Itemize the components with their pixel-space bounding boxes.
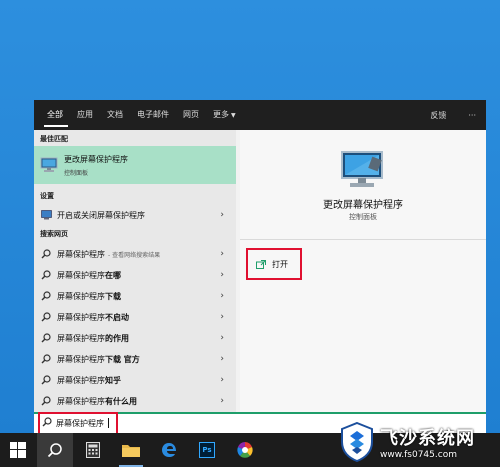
divider	[240, 239, 486, 240]
settings-header: 设置	[40, 192, 54, 200]
tab-documents[interactable]: 文档	[100, 100, 130, 130]
windows-logo-icon	[10, 442, 26, 458]
tab-all[interactable]: 全部	[40, 100, 70, 130]
web-result-label: 屏幕保护程序	[57, 354, 105, 364]
detail-subtitle: 控制面板	[349, 213, 377, 221]
feedback-button[interactable]: 反馈	[430, 110, 446, 121]
photoshop-icon: Ps	[199, 442, 215, 458]
chevron-right-icon: ›	[220, 270, 224, 280]
monitor-icon	[340, 150, 386, 196]
web-result-item[interactable]: 屏幕保护程序 在哪 ›	[34, 265, 236, 285]
watermark-title: 飞沙系统网	[380, 428, 475, 449]
chevron-right-icon: ›	[220, 249, 224, 259]
chevron-right-icon: ›	[220, 291, 224, 301]
search-icon	[40, 270, 52, 280]
web-result-suffix: 下载	[105, 291, 121, 301]
chevron-down-icon: ▼	[231, 112, 236, 119]
web-result-suffix: 的作用	[105, 333, 129, 343]
best-match-item[interactable]: 更改屏幕保护程序 控制面板	[34, 146, 236, 184]
web-result-label: 屏幕保护程序	[57, 249, 105, 259]
search-icon	[40, 291, 52, 301]
results-list: 最佳匹配 更改屏幕保护程序 控制面板 设置 开启或关闭屏幕保护程序 › 搜索网页…	[34, 130, 236, 433]
tab-email[interactable]: 电子邮件	[130, 100, 176, 130]
edge-browser-icon	[162, 443, 176, 457]
search-icon	[40, 249, 52, 259]
calculator-icon	[86, 442, 100, 458]
web-result-label: 屏幕保护程序	[57, 396, 105, 406]
tab-apps[interactable]: 应用	[70, 100, 100, 130]
folder-icon	[122, 445, 140, 457]
search-icon	[40, 354, 52, 364]
detail-title: 更改屏幕保护程序	[323, 200, 403, 211]
web-result-item[interactable]: 屏幕保护程序 - 查看网络搜索结果 ›	[34, 244, 236, 264]
web-result-label: 屏幕保护程序	[57, 375, 105, 385]
web-result-suffix: 不启动	[105, 312, 129, 322]
chevron-right-icon: ›	[220, 354, 224, 364]
web-result-item[interactable]: 屏幕保护程序 的作用 ›	[34, 328, 236, 348]
tab-more[interactable]: 更多 ▼	[206, 100, 243, 130]
detail-pane: 更改屏幕保护程序 控制面板 打开	[240, 130, 486, 433]
web-result-hint: - 查看网络搜索结果	[108, 251, 161, 259]
search-filter-bar: 全部 应用 文档 电子邮件 网页 更多 ▼ 反馈 ···	[34, 100, 486, 130]
web-result-label: 屏幕保护程序	[57, 291, 105, 301]
best-match-header: 最佳匹配	[40, 135, 68, 143]
web-result-label: 屏幕保护程序	[57, 270, 105, 280]
chevron-right-icon: ›	[220, 375, 224, 385]
text-caret	[108, 418, 109, 428]
open-icon	[256, 259, 266, 269]
taskbar-color-app[interactable]	[227, 433, 263, 467]
web-result-suffix: 有什么用	[105, 396, 137, 406]
search-icon	[47, 443, 62, 458]
chevron-right-icon: ›	[220, 210, 224, 220]
web-result-label: 屏幕保护程序	[57, 333, 105, 343]
web-result-item[interactable]: 屏幕保护程序 下载 官方 ›	[34, 349, 236, 369]
tab-web[interactable]: 网页	[176, 100, 206, 130]
search-icon	[40, 396, 52, 406]
settings-item-label: 开启或关闭屏幕保护程序	[57, 210, 145, 220]
web-result-suffix: 知乎	[105, 375, 121, 385]
shield-logo-icon	[341, 422, 373, 462]
chevron-right-icon: ›	[220, 333, 224, 343]
taskbar-search-button[interactable]	[37, 433, 73, 467]
search-input-value: 屏幕保护程序	[56, 418, 104, 428]
web-result-item[interactable]: 屏幕保护程序 下载 ›	[34, 286, 236, 306]
chevron-right-icon: ›	[220, 396, 224, 406]
web-search-header: 搜索网页	[40, 230, 68, 238]
web-result-item[interactable]: 屏幕保护程序 知乎 ›	[34, 370, 236, 390]
web-result-item[interactable]: 屏幕保护程序 不启动 ›	[34, 307, 236, 327]
search-icon	[40, 375, 52, 385]
watermark-url: www.fs0745.com	[380, 450, 457, 460]
open-label: 打开	[272, 259, 288, 269]
chevron-right-icon: ›	[220, 312, 224, 322]
site-watermark: 飞沙系统网 www.fs0745.com	[340, 418, 495, 466]
more-options-button[interactable]: ···	[468, 111, 476, 120]
web-result-suffix: 下载 官方	[105, 354, 140, 364]
search-panel: 全部 应用 文档 电子邮件 网页 更多 ▼ 反馈 ··· 最佳匹配 更改屏幕保护程…	[34, 100, 486, 433]
search-input[interactable]: 屏幕保护程序	[42, 417, 109, 429]
search-icon	[40, 333, 52, 343]
monitor-icon	[40, 157, 58, 173]
settings-item[interactable]: 开启或关闭屏幕保护程序 ›	[34, 205, 236, 225]
open-button[interactable]: 打开	[246, 248, 302, 280]
taskbar-photoshop[interactable]: Ps	[189, 433, 225, 467]
taskbar-edge[interactable]	[151, 433, 187, 467]
best-match-title: 更改屏幕保护程序	[64, 154, 128, 164]
web-result-label: 屏幕保护程序	[57, 312, 105, 322]
color-wheel-icon	[237, 442, 253, 458]
search-icon	[42, 417, 52, 429]
settings-monitor-icon	[40, 210, 52, 220]
best-match-subtitle: 控制面板	[64, 169, 89, 177]
web-result-item[interactable]: 屏幕保护程序 有什么用 ›	[34, 391, 236, 411]
start-button[interactable]	[0, 433, 36, 467]
taskbar-file-explorer[interactable]	[113, 433, 149, 467]
taskbar-calculator[interactable]	[75, 433, 111, 467]
tab-more-label: 更多	[213, 110, 229, 119]
web-result-suffix: 在哪	[105, 270, 121, 280]
search-icon	[40, 312, 52, 322]
